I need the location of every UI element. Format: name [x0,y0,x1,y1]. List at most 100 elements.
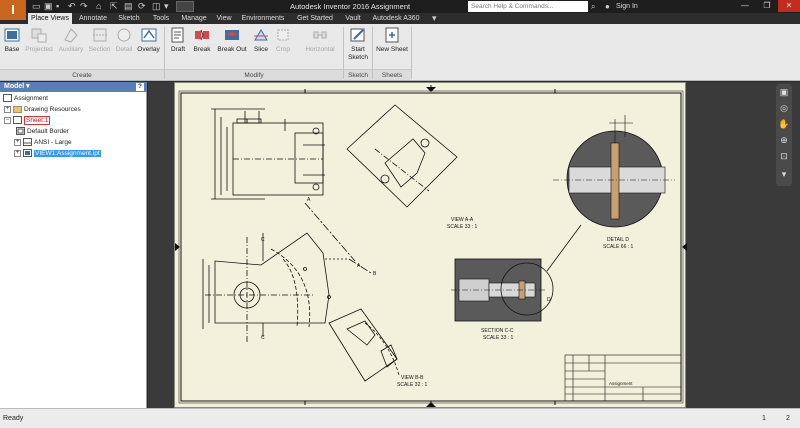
tree-label: ANSI - Large [34,139,72,146]
horizontal-button[interactable]: Horizontal [298,26,342,70]
select-icon[interactable]: ⇱ [110,1,118,12]
slice-button[interactable]: Slice [251,26,271,70]
expand-icon[interactable]: + [14,149,21,157]
tree-item-assignment[interactable]: Assignment [3,94,48,104]
zoom-window-icon[interactable]: ⊡ [778,150,790,162]
status-bar: Ready 1 2 [0,408,800,428]
zoom-icon[interactable]: ⊕ [778,134,790,146]
projected-button[interactable]: Projected [23,26,55,70]
detail-button[interactable]: Detail [113,26,135,70]
tree-item-ansi-large[interactable]: + ANSI - Large [14,138,72,148]
detail-d [553,115,675,228]
section-button[interactable]: Section [87,26,112,70]
new-sheet-label: New Sheet [376,46,408,53]
tree-item-sheet-1[interactable]: − Sheet:1 [4,116,51,126]
close-icon[interactable]: ✕ [778,0,800,12]
tab-place-views[interactable]: Place Views [28,13,72,24]
overlay-button[interactable]: Overlay [136,26,161,70]
ribbon-tabs: Place Views Annotate Sketch Tools Manage… [0,13,800,24]
tab-environments[interactable]: Environments [238,13,288,24]
search-input[interactable]: Search Help & Commands... [468,1,588,12]
base-label: Base [4,46,20,53]
sign-in-link[interactable]: Sign In [616,1,656,12]
auxiliary-view-icon [64,28,78,43]
new-sheet-button[interactable]: New Sheet [374,26,410,70]
detail-d-name: DETAIL D [607,237,629,243]
tab-manage[interactable]: Manage [178,13,210,24]
title-block [564,354,682,402]
view-cube-icon[interactable]: ▣ [778,86,790,98]
title-bar: I ▭ ▣ ▪ ↶ ↷ ⌂ ⇱ ▤ ⟳ ◫ ▾ Autodesk Invento… [0,0,800,20]
break-out-button[interactable]: Break Out [215,26,249,70]
crop-button[interactable]: Crop [273,26,293,70]
ribbon-panel: Base Projected Auxiliary Section Detail … [0,24,800,81]
tab-sketch[interactable]: Sketch [114,13,144,24]
tab-tools[interactable]: Tools [148,13,174,24]
chevron-down-icon[interactable]: ▾ [164,1,169,12]
minimize-icon[interactable]: — [734,0,756,12]
redo-icon[interactable]: ↷ [80,1,88,12]
draft-label: Draft [170,46,186,53]
tree-label: Drawing Resources [24,106,81,113]
view-top [211,108,325,200]
restore-icon[interactable]: ❐ [756,0,778,12]
label-b-right: B [373,271,377,277]
tab-autodesk-a360[interactable]: Autodesk A360 [368,13,424,24]
draft-button[interactable]: Draft [167,26,189,70]
full-navigation-wheel-icon[interactable]: ◎ [778,102,790,114]
slice-label: Slice [253,46,269,53]
new-icon[interactable]: ▭ [32,1,41,12]
expand-icon[interactable]: + [14,138,21,146]
break-button[interactable]: Break [191,26,213,70]
align-horizontal-icon [313,31,327,39]
crop-icon [277,29,289,41]
tab-get-started[interactable]: Get Started [292,13,338,24]
browser-header[interactable]: Model ▾ ? [0,82,147,92]
detail-leader [546,224,582,272]
undo-icon[interactable]: ↶ [68,1,76,12]
chevron-down-icon[interactable]: ▾ [778,168,790,180]
title-block-icon [23,138,32,147]
view-front [202,232,349,343]
auxiliary-button[interactable]: Auxiliary [56,26,86,70]
graphics-canvas[interactable]: VIEW A-A SCALE 33 : 1 A A C C B VIEW B-B… [148,82,800,408]
measure-icon[interactable]: ◫ [152,1,161,12]
horizontal-label: Horizontal [305,46,335,53]
help-icon[interactable]: ? [136,83,144,91]
collapse-icon[interactable]: − [4,116,11,124]
label-d: D [547,297,551,303]
overlay-label: Overlay [137,46,160,53]
pan-icon[interactable]: ✋ [778,118,790,130]
tab-view[interactable]: View [214,13,234,24]
tab-vault[interactable]: Vault [342,13,364,24]
search-icon[interactable]: ⌕ [591,1,601,12]
start-sketch-button[interactable]: Start Sketch [345,26,371,70]
sketch-group-label: Sketch [344,69,372,80]
label-c-bottom: C [261,335,265,341]
tab-annotate[interactable]: Annotate [76,13,110,24]
update-icon[interactable]: ⟳ [138,1,146,12]
ribbon-options-icon[interactable]: ▾ [432,13,437,24]
tree-item-drawing-resources[interactable]: + Drawing Resources [4,105,81,115]
home-icon[interactable]: ⌂ [96,1,101,12]
material-dropdown[interactable] [176,1,194,12]
start-sketch-label: Start Sketch [348,46,368,61]
drawing-sheet[interactable]: VIEW A-A SCALE 33 : 1 A A C C B VIEW B-B… [174,82,687,408]
tree-item-default-border[interactable]: Default Border [16,127,69,137]
drawing-graphics: VIEW A-A SCALE 33 : 1 A A C C B VIEW B-B… [175,85,687,407]
print-icon[interactable]: ▤ [124,1,133,12]
auxiliary-label: Auxiliary [58,46,84,53]
base-button[interactable]: Base [2,26,22,70]
create-group-label: Create [0,69,164,80]
tree-item-view1[interactable]: + VIEW1:Assignment.ipt [14,149,101,159]
break-label: Break [193,46,211,53]
status-text: Ready [3,415,24,422]
section-c-c-scale: SCALE 33 : 1 [483,335,514,341]
view-b-b-name: VIEW B-B [401,375,424,381]
status-count-2: 2 [786,415,790,422]
view-a-a-scale: SCALE 33 : 1 [447,224,478,230]
app-menu-button[interactable]: I [0,0,26,20]
save-icon[interactable]: ▪ [56,1,59,12]
open-icon[interactable]: ▣ [44,1,53,12]
expand-icon[interactable]: + [4,105,11,113]
